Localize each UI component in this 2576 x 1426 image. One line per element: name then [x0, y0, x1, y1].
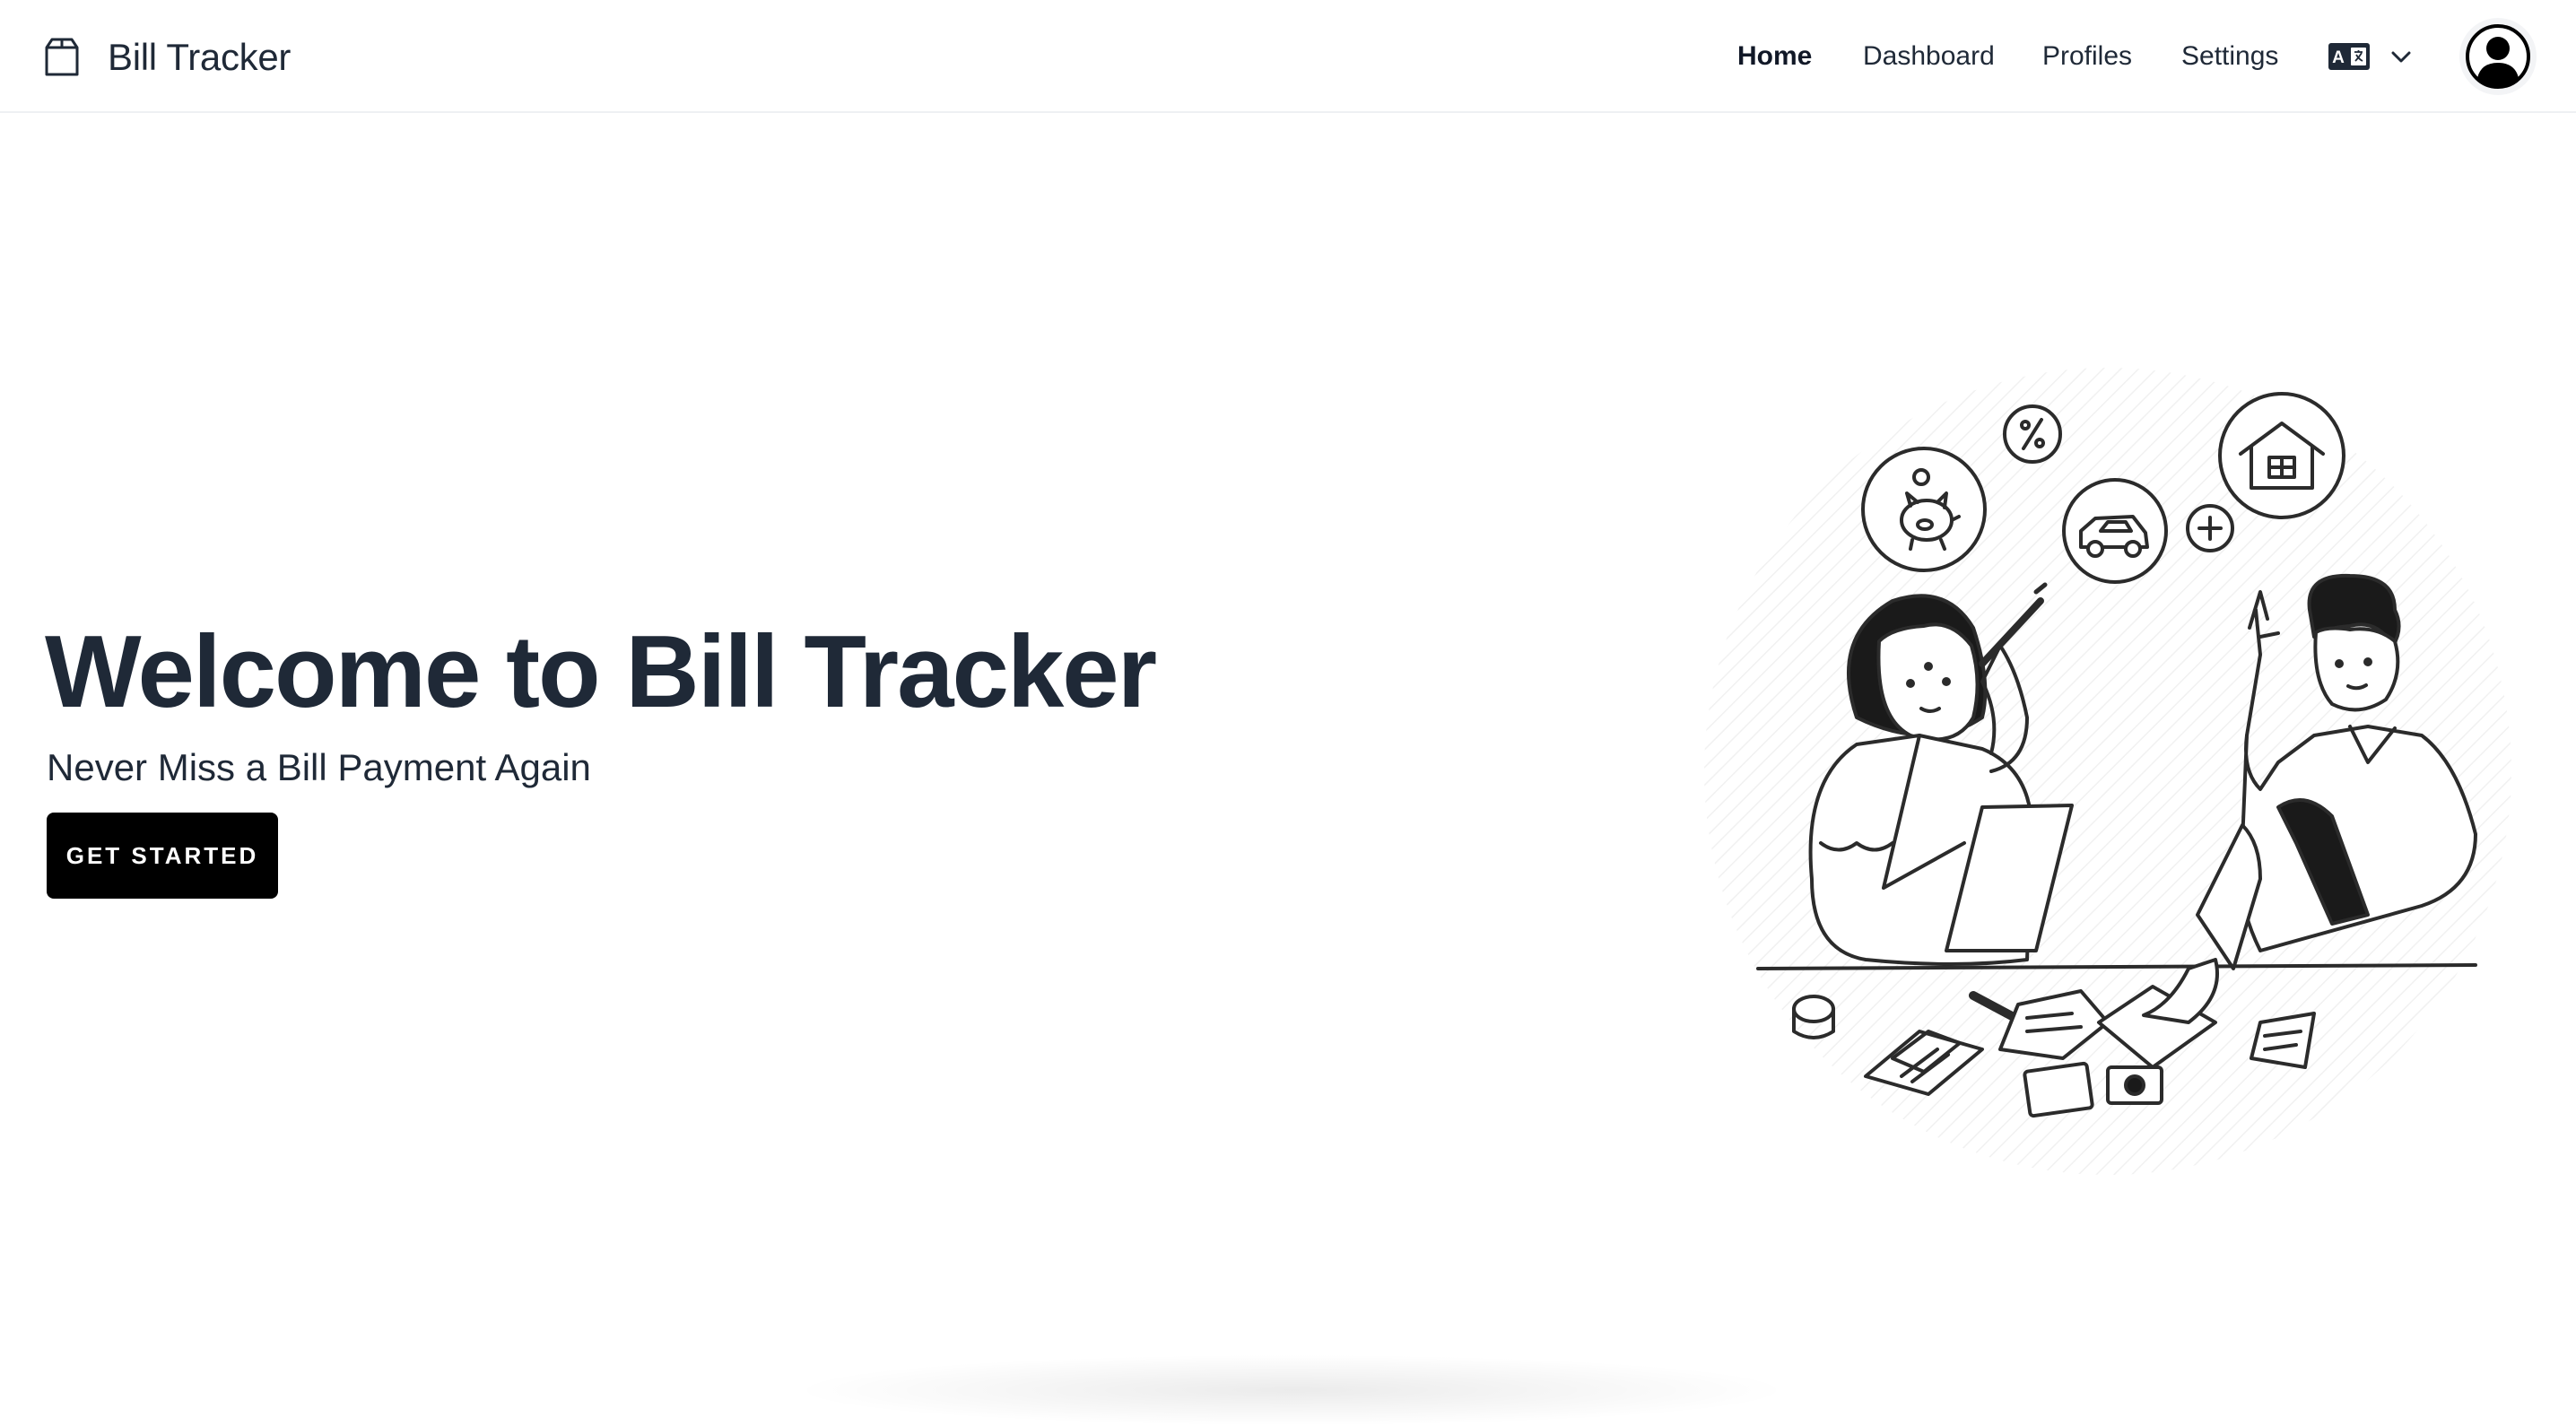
language-selector[interactable]: A	[2328, 36, 2413, 77]
package-box-icon	[45, 38, 79, 76]
language-translate-icon: A	[2328, 43, 2370, 70]
hero-subtitle: Never Miss a Bill Payment Again	[47, 746, 591, 788]
top-navbar: Bill Tracker Home Dashboard Profiles Set…	[0, 0, 2576, 113]
chevron-down-icon	[2391, 51, 2411, 63]
brand-name: Bill Tracker	[108, 36, 292, 78]
get-started-button[interactable]: GET STARTED	[47, 813, 278, 899]
plus-icon	[2186, 504, 2234, 552]
nav-item-profiles[interactable]: Profiles	[2042, 34, 2132, 79]
nav-item-dashboard[interactable]: Dashboard	[1863, 34, 1995, 79]
user-circle-icon	[2466, 24, 2530, 89]
user-avatar-button[interactable]	[2459, 18, 2537, 95]
nav-item-settings[interactable]: Settings	[2181, 34, 2278, 79]
car-icon	[2062, 478, 2168, 584]
svg-text:A: A	[2332, 48, 2345, 67]
bottom-shadow	[789, 1354, 1794, 1426]
nav-item-home[interactable]: Home	[1737, 34, 1812, 79]
percent-icon	[2003, 404, 2062, 464]
hero-illustration	[1686, 341, 2529, 1184]
piggy-bank-icon	[1861, 447, 1987, 572]
house-icon	[2218, 392, 2345, 519]
hero-title: Welcome to Bill Tracker	[45, 615, 1157, 729]
brand-home-link[interactable]: Bill Tracker	[39, 30, 291, 84]
